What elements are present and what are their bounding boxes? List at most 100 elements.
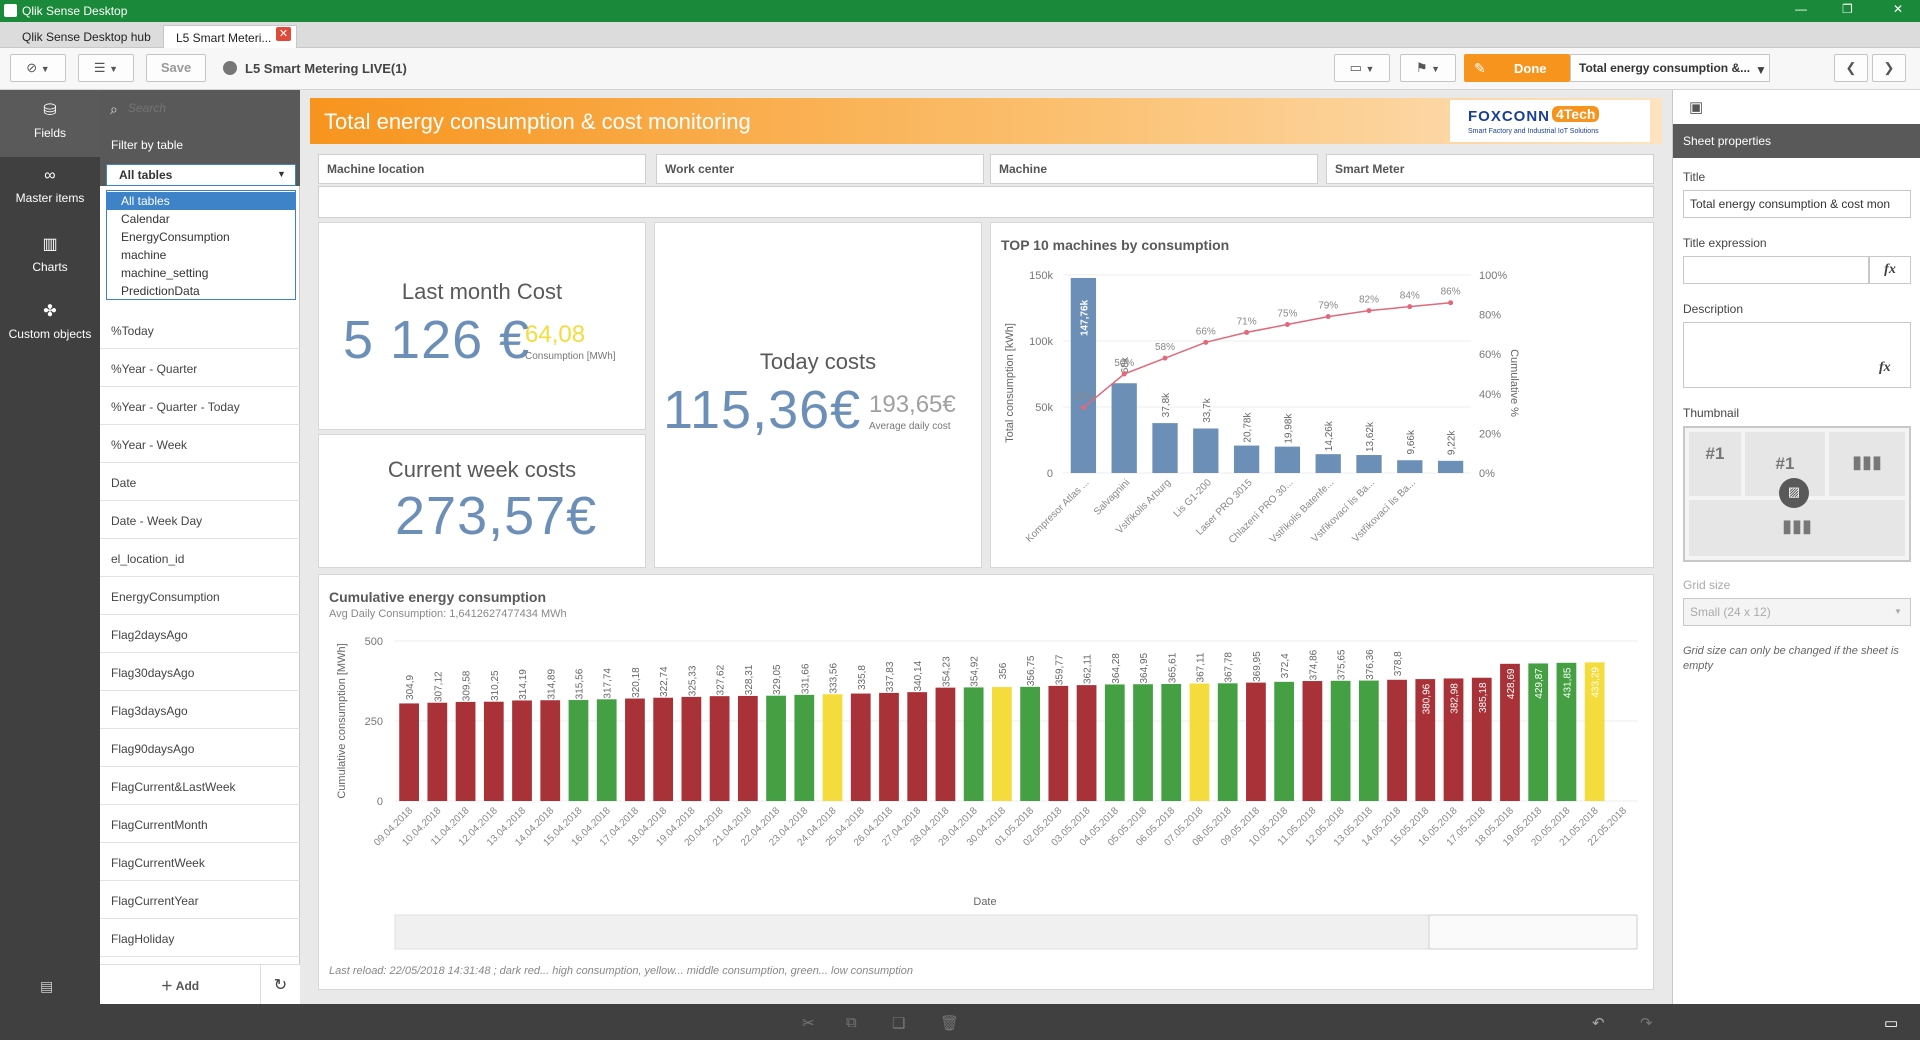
nav-master-items[interactable]: ∞ Master items bbox=[0, 157, 100, 224]
bar-value-label: 325,33 bbox=[687, 665, 698, 696]
cumulative-chart-card[interactable]: Cumulative energy consumption Avg Daily … bbox=[318, 574, 1654, 990]
field-item[interactable]: FlagCurrentMonth bbox=[100, 805, 300, 843]
field-item[interactable]: el_location_id bbox=[100, 539, 300, 577]
panel-toggle-icon[interactable]: ▤ bbox=[40, 978, 53, 995]
table-filter-select[interactable]: All tables ▼ bbox=[106, 164, 296, 186]
logo-tagline: Smart Factory and Industrial IoT Solutio… bbox=[1468, 128, 1599, 135]
kpi-today-title: Today costs bbox=[759, 349, 877, 374]
footer-note: Last reload: 22/05/2018 14:31:48 ; dark … bbox=[329, 965, 913, 977]
field-item[interactable]: Flag30daysAgo bbox=[100, 653, 300, 691]
bar-value-label: 13,62k bbox=[1365, 421, 1376, 452]
field-item[interactable]: %Year - Week bbox=[100, 425, 300, 463]
y2-tick-label: 60% bbox=[1479, 349, 1501, 361]
grid-size-value: Small (24 x 12) bbox=[1690, 605, 1771, 619]
bar bbox=[1217, 683, 1238, 801]
kpi-today[interactable]: Today costs 115,36€ 193,65€ Average dail… bbox=[654, 222, 982, 568]
bar bbox=[1193, 428, 1219, 473]
description-fx-icon[interactable]: fx bbox=[1879, 360, 1891, 376]
bar-value-label: 354,23 bbox=[941, 656, 952, 687]
filter-machine-location[interactable]: Machine location bbox=[318, 154, 646, 184]
bar bbox=[681, 696, 702, 801]
y-axis-label: Total consumption [kWh] bbox=[1004, 323, 1016, 443]
field-item[interactable]: EnergyConsumption bbox=[100, 577, 300, 615]
cumulative-chart: 0 250 500 Cumulative consumption [MWh] 304,9… bbox=[336, 636, 1638, 950]
bar-value-label: 356 bbox=[998, 662, 1009, 679]
table-option[interactable]: PredictionData bbox=[107, 282, 295, 300]
filter-work-center[interactable]: Work center bbox=[656, 154, 984, 184]
nav-custom-objects[interactable]: ✤ Custom objects bbox=[0, 291, 100, 358]
cumulative-point bbox=[1366, 308, 1372, 314]
bar bbox=[907, 692, 928, 801]
field-item[interactable]: Date - Week Day bbox=[100, 501, 300, 539]
done-button[interactable]: ✎ Done bbox=[1464, 54, 1570, 82]
refresh-button[interactable]: ↻ bbox=[260, 965, 300, 1005]
save-button[interactable]: Save bbox=[146, 54, 206, 82]
cut-icon[interactable]: ✂ bbox=[802, 1014, 815, 1032]
field-item[interactable]: %Year - Quarter - Today bbox=[100, 387, 300, 425]
duplicate-icon[interactable]: ❏ bbox=[892, 1014, 905, 1032]
restore-button[interactable]: ❐ bbox=[1842, 2, 1853, 16]
bar bbox=[1246, 682, 1266, 801]
bookmark-button[interactable]: ⚑ ▼ bbox=[1400, 54, 1456, 82]
bar bbox=[1048, 685, 1069, 801]
table-option[interactable]: EnergyConsumption bbox=[107, 228, 295, 246]
close-window-button[interactable]: ✕ bbox=[1893, 2, 1903, 16]
y2-tick-label: 20% bbox=[1479, 428, 1501, 440]
menu-button[interactable]: ☰ ▼ bbox=[78, 54, 134, 82]
tab-hub[interactable]: Qlik Sense Desktop hub bbox=[10, 25, 163, 48]
field-item[interactable]: %Today bbox=[100, 311, 300, 349]
panel-layout-icon[interactable]: ▭ bbox=[1884, 1014, 1898, 1032]
bookmark-icon: ⚑ bbox=[1415, 60, 1428, 75]
cumulative-label: 86% bbox=[1441, 287, 1461, 298]
description-input[interactable] bbox=[1683, 322, 1911, 388]
next-sheet-button[interactable]: ❯ bbox=[1872, 54, 1906, 82]
nav-fields[interactable]: ⛁ Fields bbox=[0, 90, 100, 157]
fx-button[interactable]: fx bbox=[1869, 256, 1911, 284]
cumulative-label: 82% bbox=[1359, 295, 1379, 306]
field-item[interactable]: Flag2daysAgo bbox=[100, 615, 300, 653]
y2-tick-label: 0% bbox=[1479, 468, 1495, 480]
bar-value-label: 374,86 bbox=[1308, 649, 1319, 680]
title-expression-input[interactable] bbox=[1683, 256, 1869, 284]
table-option[interactable]: Calendar bbox=[107, 210, 295, 228]
bar-value-label: 364,28 bbox=[1111, 653, 1122, 684]
field-item[interactable]: Date bbox=[100, 463, 300, 501]
field-item[interactable]: FlagHoliday bbox=[100, 919, 300, 957]
top10-chart-card[interactable]: TOP 10 machines by consumption 0 50k 100k 1… bbox=[990, 222, 1654, 568]
field-item[interactable]: Flag90daysAgo bbox=[100, 729, 300, 767]
redo-icon[interactable]: ↷ bbox=[1640, 1014, 1653, 1032]
bar-value-label: 147,76k bbox=[1079, 299, 1090, 336]
undo-icon[interactable]: ↶ bbox=[1592, 1014, 1605, 1032]
sheet-selector[interactable]: Total energy consumption &... ▼ bbox=[1570, 54, 1770, 82]
field-item[interactable]: FlagCurrentYear bbox=[100, 881, 300, 919]
table-option[interactable]: All tables bbox=[107, 192, 295, 210]
present-button[interactable]: ▭ ▼ bbox=[1334, 54, 1390, 82]
title-expression-label: Title expression bbox=[1683, 236, 1767, 250]
search-input[interactable] bbox=[128, 98, 288, 118]
field-item[interactable]: FlagCurrent&LastWeek bbox=[100, 767, 300, 805]
bar bbox=[992, 687, 1012, 801]
prev-icon: ❮ bbox=[1845, 60, 1857, 75]
table-option[interactable]: machine_setting bbox=[107, 264, 295, 282]
filter-machine[interactable]: Machine bbox=[990, 154, 1318, 184]
copy-icon[interactable]: ⧉ bbox=[846, 1014, 857, 1031]
kpi-last-month[interactable]: Last month Cost 5 126 € 64,08 Consumptio… bbox=[318, 222, 646, 430]
table-option[interactable]: machine bbox=[107, 246, 295, 264]
thumbnail-preview[interactable]: #1 #1 ▮▮▮ ▮▮▮ ▨ bbox=[1683, 426, 1911, 562]
minimize-button[interactable]: — bbox=[1795, 2, 1807, 16]
field-item[interactable]: %Year - Quarter bbox=[100, 349, 300, 387]
bar bbox=[483, 701, 504, 801]
filter-smart-meter[interactable]: Smart Meter bbox=[1326, 154, 1654, 184]
kpi-current-week[interactable]: Current week costs 273,57€ bbox=[318, 434, 646, 568]
navigation-button[interactable]: ⊘ ▼ bbox=[10, 54, 66, 82]
image-icon[interactable]: ▨ bbox=[1779, 478, 1809, 508]
title-input[interactable]: Total energy consumption & cost mon bbox=[1683, 190, 1911, 218]
add-field-button[interactable]: ＋ Add bbox=[100, 965, 260, 1005]
field-item[interactable]: Flag3daysAgo bbox=[100, 691, 300, 729]
cumulative-label: 79% bbox=[1318, 301, 1338, 312]
close-tab-icon[interactable]: ✕ bbox=[276, 27, 291, 41]
prev-sheet-button[interactable]: ❮ bbox=[1834, 54, 1868, 82]
nav-charts[interactable]: ▥ Charts bbox=[0, 224, 100, 291]
field-item[interactable]: FlagCurrentWeek bbox=[100, 843, 300, 881]
delete-icon[interactable]: 🗑 bbox=[940, 1014, 959, 1032]
